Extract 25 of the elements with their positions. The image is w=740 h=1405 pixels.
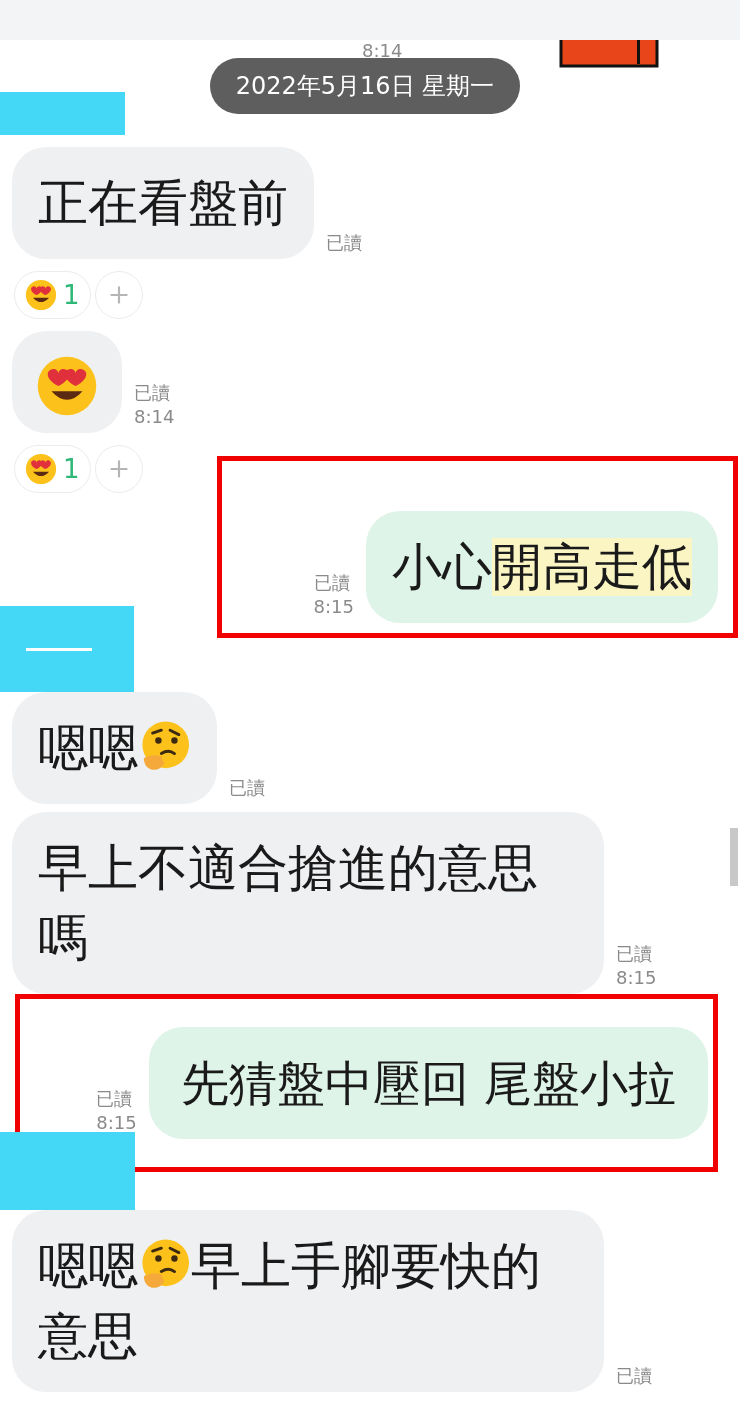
message-time: 8:15 — [616, 966, 657, 990]
message-time: 8:14 — [134, 405, 175, 429]
read-receipt: 已讀 — [616, 942, 653, 966]
heart-eyes-face-icon — [36, 354, 98, 417]
message-bubble: 先猜盤中壓回 尾盤小拉 — [148, 1027, 708, 1139]
message-bubble: 小心開高走低 — [366, 511, 718, 623]
heart-eyes-face-icon — [25, 453, 57, 485]
redaction-line — [26, 647, 92, 651]
message-time: 8:15 — [96, 1111, 137, 1135]
read-receipt: 已讀 — [96, 1087, 134, 1111]
message-bubble: 嗯嗯 — [12, 692, 217, 804]
read-receipt: 已讀 — [616, 1364, 652, 1388]
read-receipt: 已讀 — [326, 231, 362, 255]
message-bubble: 早上不適合搶進的意思嗎 — [12, 812, 604, 994]
scrollbar — [730, 828, 738, 886]
read-receipt: 已讀 — [134, 381, 171, 405]
message-time: 8:15 — [313, 595, 354, 619]
message-bubble: 正在看盤前 — [12, 147, 314, 259]
reaction-count: 1 — [63, 452, 80, 486]
read-receipt: 已讀 — [228, 776, 265, 800]
reaction-count: 1 — [63, 278, 80, 312]
date-separator: 2022年5月16日 星期一 — [209, 58, 521, 114]
heart-eyes-face-icon — [25, 279, 57, 311]
message-bubble: 嗯嗯 早上手腳要快的意思 — [12, 1210, 604, 1392]
read-receipt: 已讀 — [313, 571, 351, 595]
